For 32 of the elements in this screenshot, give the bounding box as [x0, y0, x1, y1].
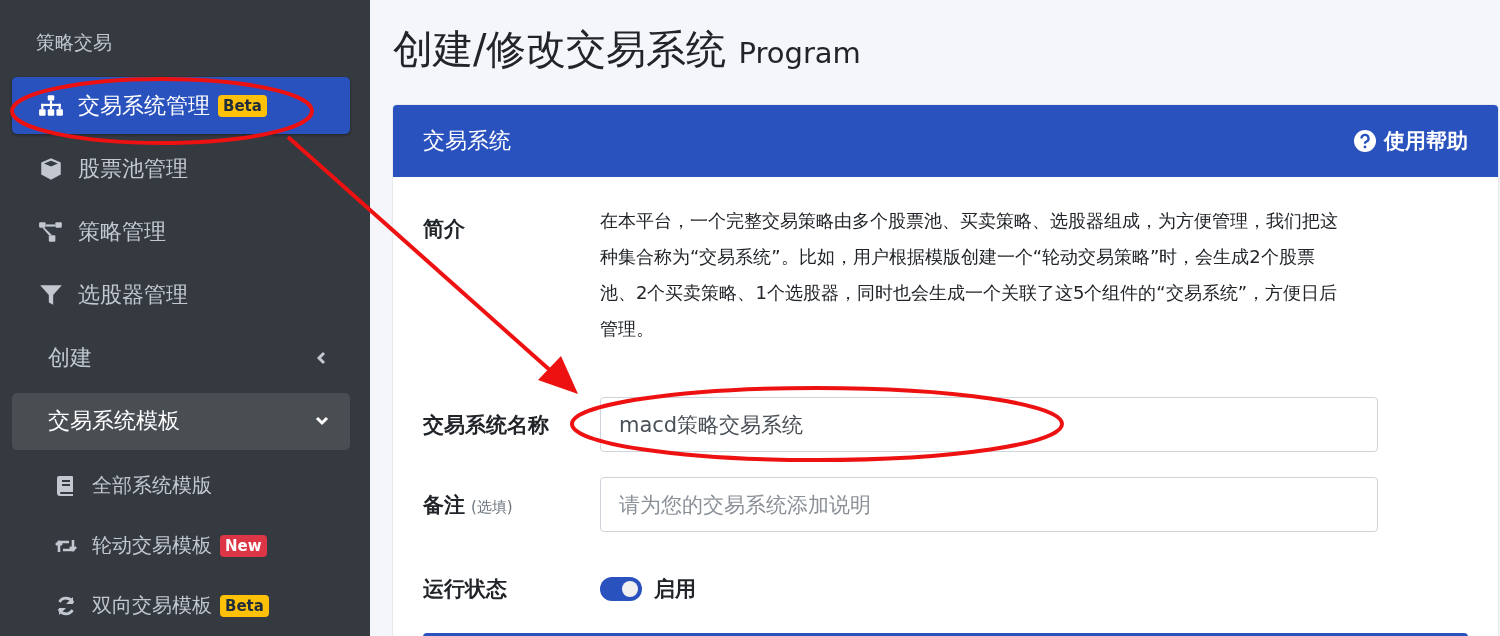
field-label: 简介: [423, 216, 466, 243]
card-title: 交易系统: [423, 127, 511, 155]
sidebar-item[interactable]: 股票池管理: [12, 140, 350, 198]
group-label: 创建: [48, 344, 92, 373]
field-label: 运行状态: [423, 576, 507, 603]
intro-text: 在本平台，一个完整交易策略由多个股票池、买卖策略、选股器组成，为方便管理，我们把这种集合称为“交易系统”。比如，用户根据模版创建一个“轮动交易策略”时，会生成2个股票池、2个买卖策略、1个选股器，同时也会生成一个关联了这5个组件的“交易系统”，方便日后管理。: [600, 209, 1339, 341]
sidebar-item[interactable]: 策略管理: [12, 203, 350, 261]
sidebar-group[interactable]: 创建: [12, 329, 350, 387]
cube-icon: [38, 155, 64, 182]
page-title: 创建/修改交易系统 Program: [393, 25, 862, 74]
help-icon: [1354, 130, 1376, 152]
sitemap-icon: [38, 92, 64, 119]
toggle-switch[interactable]: [600, 577, 642, 601]
sidebar-header: 策略交易: [35, 30, 113, 55]
help-link[interactable]: 使用帮助: [1354, 127, 1468, 155]
sidebar-item[interactable]: 选股器管理: [12, 266, 350, 324]
badge: Beta: [218, 94, 267, 117]
text-field[interactable]: 请为您的交易系统添加说明: [600, 477, 1378, 532]
sidebar-group[interactable]: 交易系统模板: [12, 392, 350, 450]
sidebar-subitem[interactable]: 双向交易模板 Beta: [12, 575, 350, 636]
sidebar-subitem[interactable]: 轮动交易模板 New: [12, 515, 350, 576]
sidebar-subitem[interactable]: 全部系统模版: [12, 455, 350, 516]
text-field[interactable]: macd策略交易系统: [600, 397, 1378, 452]
field-label: 交易系统名称: [423, 411, 549, 439]
badge: New: [220, 534, 267, 557]
group-label: 交易系统模板: [48, 407, 180, 436]
field-hint: (选填): [471, 497, 513, 517]
switch-label: 启用: [654, 576, 696, 603]
field-label: 备注: [423, 491, 465, 519]
sidebar-item[interactable]: 交易系统管理 Beta: [12, 77, 350, 135]
hierarchy-icon: [38, 219, 64, 245]
badge: Beta: [220, 594, 269, 617]
